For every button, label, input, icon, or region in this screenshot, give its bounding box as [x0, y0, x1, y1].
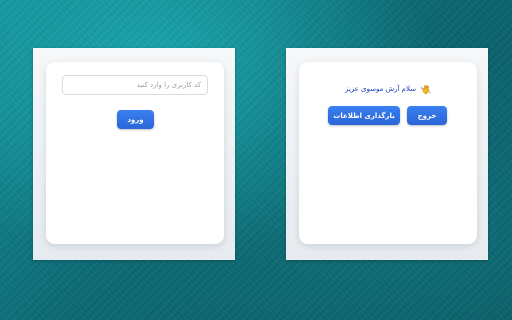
logout-button[interactable]: خروج	[407, 106, 447, 125]
login-card: ورود	[46, 62, 224, 244]
greeting-text: سلام آرش موسوی عزیز	[344, 85, 417, 93]
waving-hand-icon	[420, 84, 431, 94]
reload-data-button[interactable]: بارگذاری اطلاعات	[328, 106, 400, 125]
greeting: سلام آرش موسوی عزیز	[309, 82, 467, 96]
login-button[interactable]: ورود	[117, 110, 154, 129]
login-panel: ورود	[33, 48, 235, 260]
user-panel: سلام آرش موسوی عزیز خروج بارگذاری اطلاعا…	[286, 48, 488, 260]
user-card: سلام آرش موسوی عزیز خروج بارگذاری اطلاعا…	[299, 62, 477, 244]
username-input[interactable]	[62, 75, 208, 95]
